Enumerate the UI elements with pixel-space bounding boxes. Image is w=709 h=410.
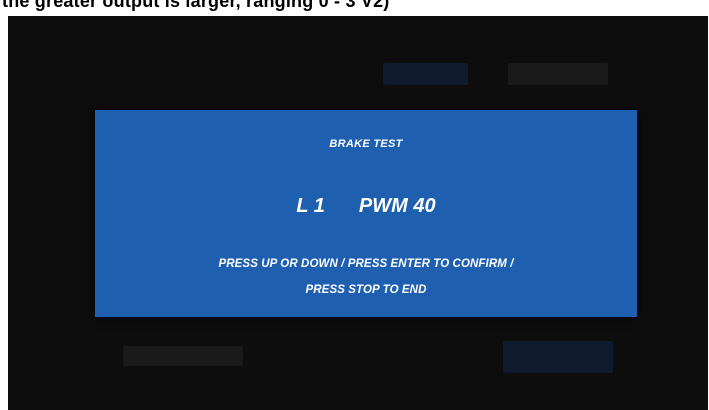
caption-text: the greater output is larger, ranging 0 … (2, 0, 390, 11)
device-screen: BRAKE TEST L 1 PWM 40 PRESS UP OR DOWN / … (8, 16, 708, 410)
caption-strip: the greater output is larger, ranging 0 … (0, 0, 709, 16)
level-value: L 1 (296, 195, 325, 217)
instruction-line-2: PRESS STOP TO END (305, 284, 427, 296)
background-footer-button (503, 341, 613, 373)
pwm-value: PWM 40 (358, 195, 436, 217)
background-footer-field (123, 346, 243, 366)
brake-test-dialog: BRAKE TEST L 1 PWM 40 PRESS UP OR DOWN / … (95, 110, 637, 317)
dialog-values: L 1 PWM 40 (95, 195, 637, 218)
instruction-line-1: PRESS UP OR DOWN / PRESS ENTER TO CONFIR… (218, 258, 514, 270)
background-header-button (383, 63, 468, 85)
background-header-field (508, 63, 608, 85)
dialog-title: BRAKE TEST (329, 138, 403, 150)
